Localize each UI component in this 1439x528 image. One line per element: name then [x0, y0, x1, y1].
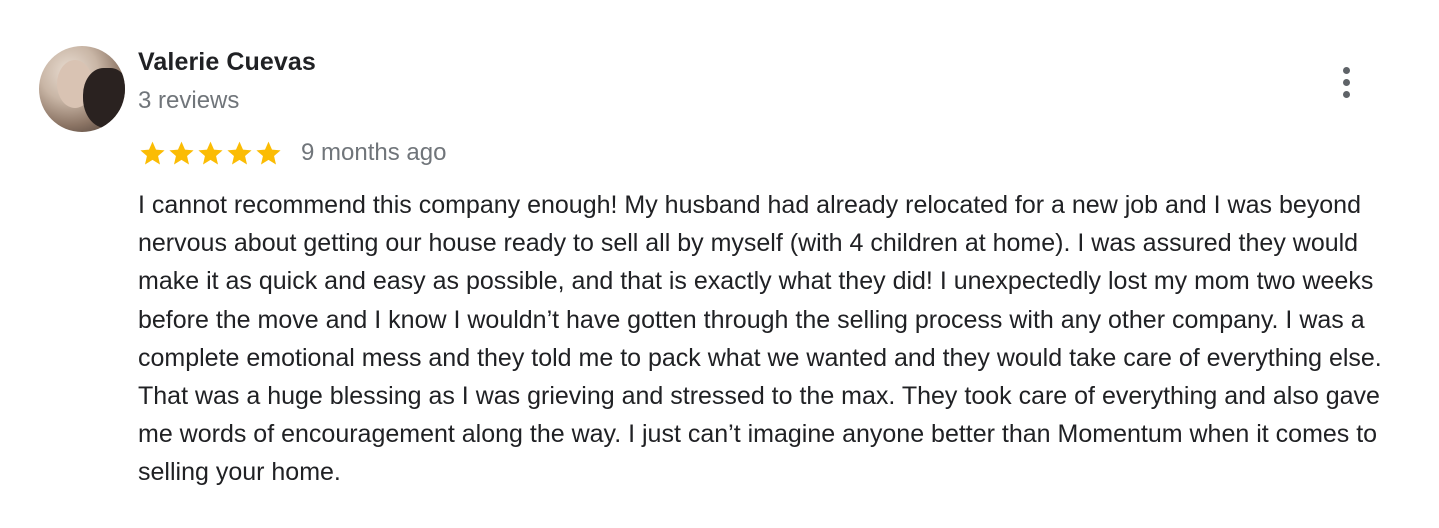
star-icon [169, 141, 194, 164]
review-card: Valerie Cuevas 3 reviews 9 months ago I … [0, 0, 1439, 528]
star-icon [198, 141, 223, 164]
star-rating [138, 139, 283, 168]
review-date: 9 months ago [301, 139, 447, 166]
review-text: I cannot recommend this company enough! … [138, 191, 1382, 487]
star-icon [256, 141, 281, 164]
reviewer-name[interactable]: Valerie Cuevas [138, 48, 316, 77]
avatar-hair [83, 68, 125, 128]
more-vert-icon [1342, 66, 1350, 98]
star-icon [227, 141, 252, 164]
more-options-button[interactable] [1326, 62, 1366, 102]
star-icon [140, 141, 165, 164]
rating-row: 9 months ago [138, 136, 446, 170]
avatar[interactable] [39, 46, 125, 132]
review-count[interactable]: 3 reviews [138, 87, 239, 115]
